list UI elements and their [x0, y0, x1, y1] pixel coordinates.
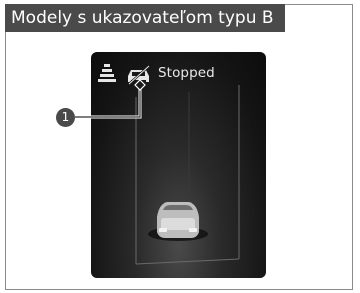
- instrument-display: Stopped: [91, 52, 266, 278]
- callout-number-badge: 1: [56, 108, 75, 127]
- vehicle-ahead-icon: [128, 65, 150, 85]
- status-text: Stopped: [158, 65, 215, 81]
- figure-header: Modely s ukazovateľom typu B: [5, 4, 285, 32]
- display-graphics: [98, 64, 240, 265]
- lane-watch-icon: [98, 64, 116, 82]
- subject-car-icon: [148, 202, 208, 241]
- bottom-lane-line: [135, 258, 240, 265]
